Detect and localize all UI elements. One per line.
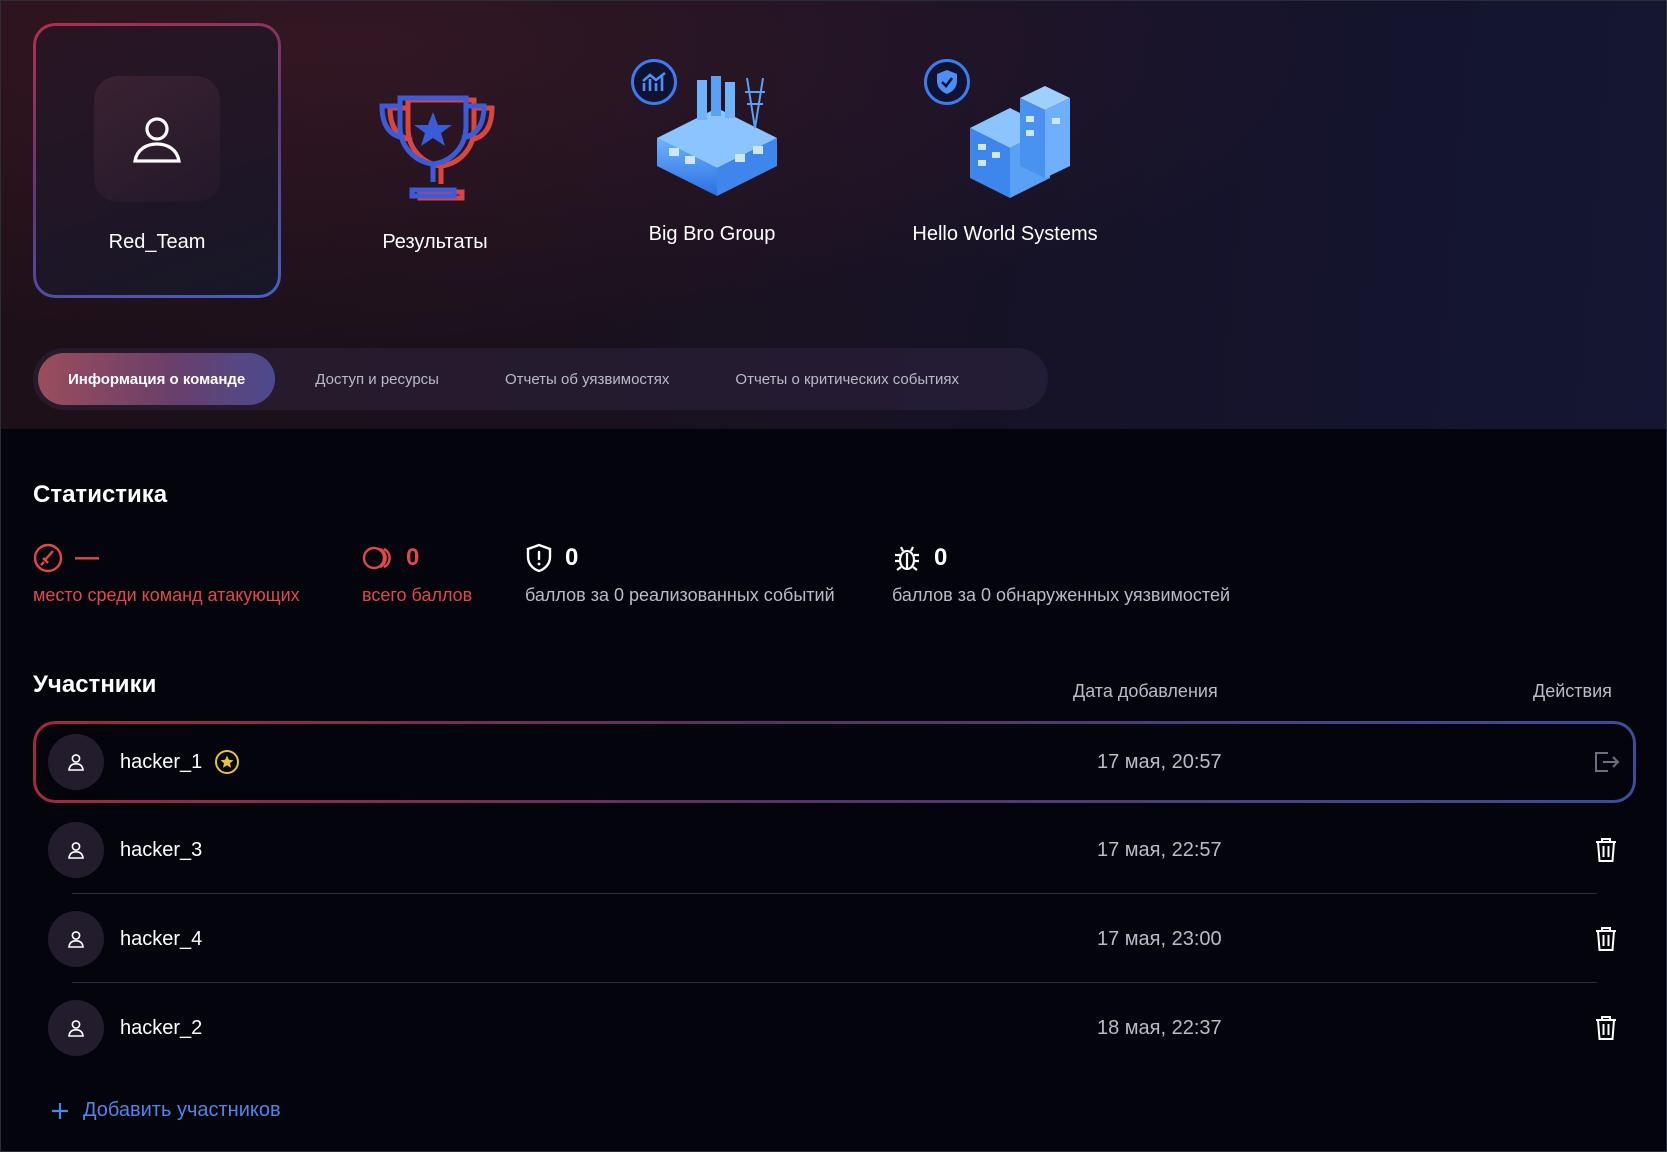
stat-value: 0 [565, 544, 579, 571]
column-header-actions: Действия [1533, 681, 1612, 701]
user-icon [68, 754, 84, 771]
table-row: hacker_2 18 мая, 22:37 [33, 987, 1636, 1069]
tab-vulnerability-reports[interactable]: Отчеты об уязвимостях [475, 353, 699, 405]
avatar [48, 822, 104, 878]
leave-icon [1595, 752, 1620, 772]
plus-icon [52, 1102, 68, 1119]
verified-shield-badge-icon [924, 59, 970, 105]
trophy-icon [350, 68, 520, 218]
stat-place: — место среди команд атакующих [33, 541, 300, 606]
card-hello-world-systems[interactable]: Hello World Systems [865, 23, 1145, 298]
card-big-bro-group[interactable]: Big Bro Group [588, 23, 836, 298]
stat-label: баллов за 0 реализованных событий [525, 585, 835, 605]
shield-icon [526, 543, 552, 573]
user-icon [68, 931, 84, 948]
avatar [48, 734, 104, 790]
card-label: Hello World Systems [912, 223, 1098, 245]
tab-critical-event-reports[interactable]: Отчеты о критических событиях [705, 353, 989, 405]
trash-icon [1596, 927, 1616, 951]
divider [72, 982, 1597, 983]
card-results[interactable]: Результаты [311, 23, 559, 298]
trash-icon [1596, 1016, 1616, 1040]
remove-member-button[interactable] [1592, 925, 1620, 953]
user-icon [133, 117, 181, 163]
member-name: hacker_4 [120, 927, 203, 950]
member-name: hacker_2 [120, 1016, 203, 1039]
table-row: hacker_3 17 мая, 22:57 [33, 809, 1636, 891]
trash-icon [1596, 838, 1616, 862]
member-date: 18 мая, 22:37 [1097, 1016, 1222, 1039]
user-icon [68, 1020, 84, 1037]
captain-star-icon [215, 750, 240, 774]
sword-icon [33, 543, 63, 573]
member-date: 17 мая, 22:57 [1097, 838, 1222, 861]
factory-icon [627, 59, 797, 213]
member-name-wrap: hacker_1 [120, 749, 240, 775]
stat-value: 0 [406, 544, 420, 571]
stat-total-points: 0 всего баллов [362, 541, 472, 606]
tab-access-resources[interactable]: Доступ и ресурсы [285, 353, 469, 405]
table-row[interactable]: hacker_1 17 мая, 20:57 [33, 721, 1636, 803]
member-date: 17 мая, 20:57 [1097, 750, 1222, 773]
stat-value: — [75, 544, 99, 571]
team-avatar [94, 76, 220, 202]
divider [72, 893, 1597, 894]
remove-member-button[interactable] [1592, 1014, 1620, 1042]
add-members-label: Добавить участников [83, 1099, 281, 1121]
participants-title: Участники [33, 671, 157, 698]
header: Red_Team Результаты Big Bro Group Hello … [1, 1, 1666, 429]
stat-label: баллов за 0 обнаруженных уязвимостей [892, 585, 1231, 605]
card-row: Red_Team Результаты Big Bro Group Hello … [33, 23, 1233, 298]
leave-team-button[interactable] [1592, 748, 1620, 776]
stat-value: 0 [934, 544, 948, 571]
member-date: 17 мая, 23:00 [1097, 927, 1222, 950]
tab-team-info[interactable]: Информация о команде [38, 353, 276, 405]
stat-label: всего баллов [362, 585, 473, 605]
card-label: Результаты [382, 231, 488, 253]
bug-icon [895, 546, 919, 571]
stat-label: место среди команд атакующих [33, 585, 300, 605]
user-icon [68, 842, 84, 859]
member-name: hacker_1 [120, 750, 203, 773]
member-name: hacker_3 [120, 838, 203, 861]
table-row: hacker_4 17 мая, 23:00 [33, 898, 1636, 980]
card-team[interactable]: Red_Team [33, 23, 281, 298]
stat-vulnerability-points: 0 баллов за 0 обнаруженных уязвимостей [892, 541, 1230, 606]
statistics-title: Статистика [33, 481, 168, 508]
avatar [48, 911, 104, 967]
stat-event-points: 0 баллов за 0 реализованных событий [525, 541, 835, 606]
office-building-icon [920, 59, 1090, 213]
tab-bar: Информация о команде Доступ и ресурсы От… [33, 348, 1048, 410]
coins-icon [362, 546, 391, 570]
card-label: Red_Team [108, 231, 206, 253]
avatar [48, 1000, 104, 1056]
column-header-date: Дата добавления [1073, 681, 1218, 701]
card-label: Big Bro Group [648, 223, 776, 245]
remove-member-button[interactable] [1592, 836, 1620, 864]
analytics-badge-icon [631, 59, 677, 105]
add-members-button[interactable]: Добавить участников [51, 1099, 281, 1122]
app-frame: Red_Team Результаты Big Bro Group Hello … [0, 0, 1667, 1152]
